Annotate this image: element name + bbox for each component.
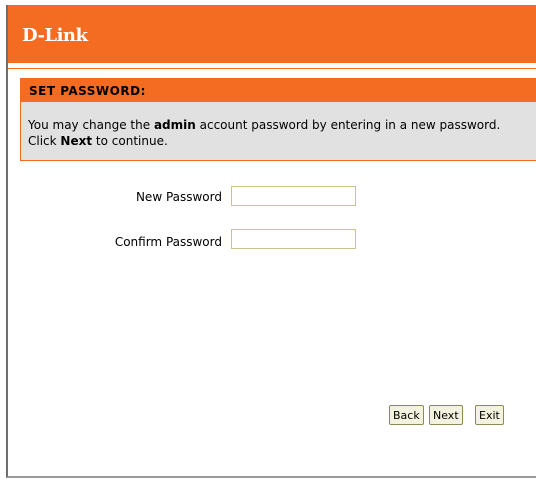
next-button[interactable]: Next: [429, 405, 463, 425]
exit-button[interactable]: Exit: [475, 405, 504, 425]
dlink-logo: D-Link: [22, 25, 88, 46]
section-description: You may change the admin account passwor…: [28, 118, 501, 148]
confirm-password-input[interactable]: [231, 229, 356, 249]
new-password-label: New Password: [135, 190, 222, 204]
header-bar: D-Link: [8, 5, 536, 63]
wizard-frame: D-Link SET PASSWORD: You may change the …: [6, 5, 536, 478]
header-divider: [8, 68, 536, 69]
new-password-input[interactable]: [231, 186, 356, 206]
set-password-section: SET PASSWORD: You may change the admin a…: [20, 78, 536, 161]
back-button[interactable]: Back: [389, 405, 424, 425]
confirm-password-label: Confirm Password: [114, 235, 222, 249]
section-title: SET PASSWORD:: [21, 79, 536, 102]
